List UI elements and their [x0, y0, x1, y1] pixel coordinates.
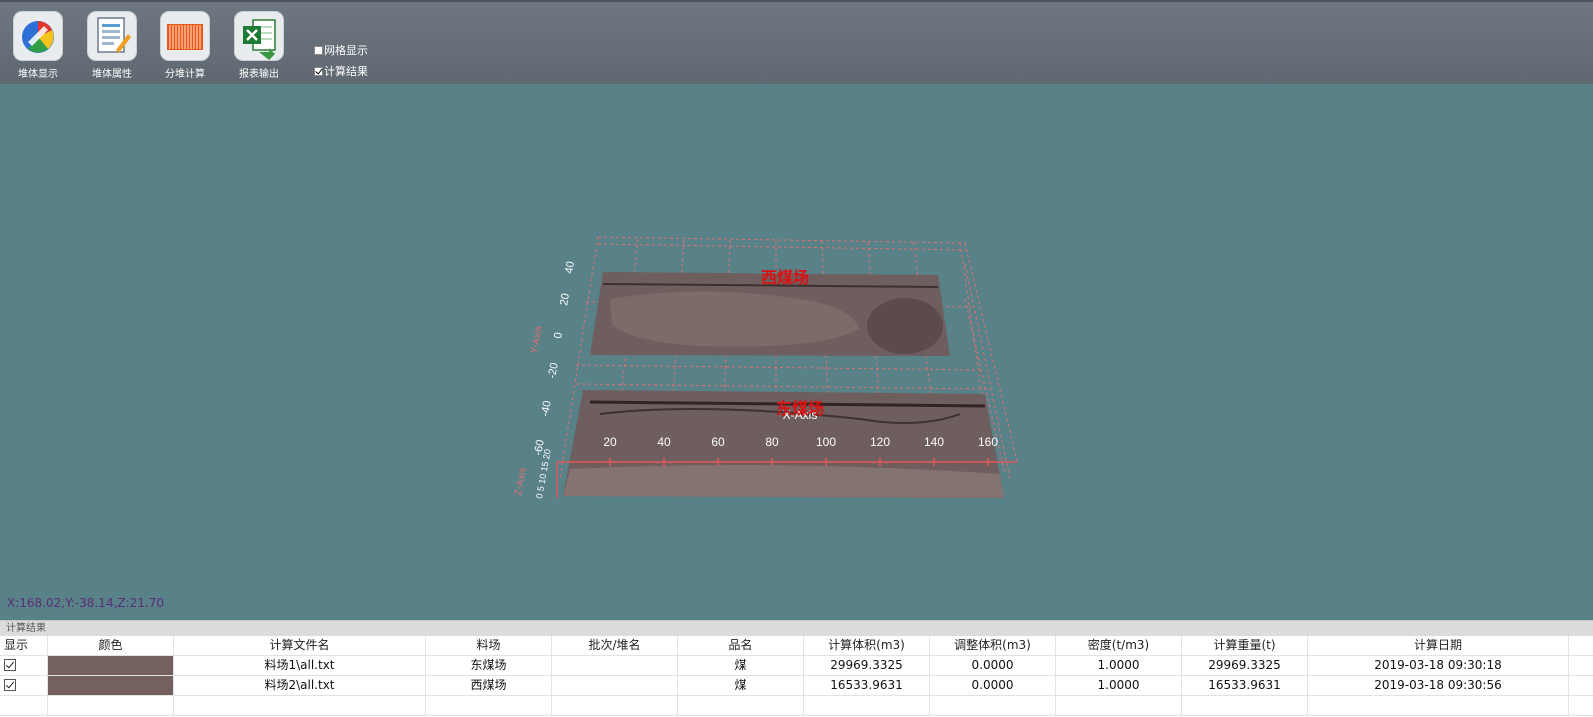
grid-display-box[interactable] — [314, 45, 323, 55]
report-export-button[interactable]: 报表输出 — [229, 11, 289, 80]
x-tick: 100 — [816, 435, 836, 449]
y-tick: 40 — [563, 260, 577, 274]
col-header[interactable]: 密度(t/m3) — [1056, 636, 1182, 655]
row-date: 2019-03-18 09:30:56 — [1308, 676, 1569, 695]
row-adjusted-volume: 0.0000 — [930, 676, 1056, 695]
row-yard: 东煤场 — [426, 656, 552, 675]
row-batch — [552, 676, 678, 695]
cursor-coordinates: X:168.02,Y:-38.14,Z:21.70 — [7, 596, 164, 610]
table-row-empty — [0, 696, 1593, 716]
results-panel-title: 计算结果 — [0, 620, 1593, 636]
row-show-checkbox[interactable] — [4, 659, 16, 671]
x-tick: 160 — [978, 435, 998, 449]
y-tick: 20 — [558, 292, 572, 306]
row-density: 1.0000 — [1056, 676, 1182, 695]
row-weight: 29969.3325 — [1182, 656, 1308, 675]
y-tick: -40 — [539, 400, 554, 418]
row-file: 料场1\all.txt — [174, 656, 426, 675]
x-tick: 120 — [870, 435, 890, 449]
row-show-checkbox[interactable] — [4, 679, 16, 691]
col-header[interactable]: 计算日期 — [1308, 636, 1569, 655]
3d-scene[interactable]: 20 40 60 80 100 120 140 160 40 20 0 -20 … — [0, 84, 1593, 620]
pile-properties-button[interactable]: 堆体属性 — [82, 11, 142, 80]
col-header[interactable]: 批次/堆名 — [552, 636, 678, 655]
x-tick: 80 — [765, 435, 779, 449]
row-adjusted-volume: 0.0000 — [930, 656, 1056, 675]
properties-document-icon — [87, 11, 137, 61]
row-weight: 16533.9631 — [1182, 676, 1308, 695]
3d-viewport[interactable]: 20 40 60 80 100 120 140 160 40 20 0 -20 … — [0, 84, 1593, 620]
row-file: 料场2\all.txt — [174, 676, 426, 695]
col-header[interactable]: 计算重量(t) — [1182, 636, 1308, 655]
row-color-swatch[interactable] — [48, 676, 173, 695]
row-product: 煤 — [678, 656, 804, 675]
row-date: 2019-03-18 09:30:18 — [1308, 656, 1569, 675]
x-tick: 60 — [711, 435, 725, 449]
y-tick: 0 — [552, 331, 565, 339]
calc-results-box[interactable] — [314, 66, 323, 76]
east-pile-label: 东煤场 — [776, 399, 824, 418]
grid-display-label: 网格显示 — [324, 44, 368, 57]
row-volume: 16533.9631 — [804, 676, 930, 695]
col-header[interactable]: 计算文件名 — [174, 636, 426, 655]
row-volume: 29969.3325 — [804, 656, 930, 675]
y-axis-title: Y-Axis — [529, 325, 545, 354]
report-export-label: 报表输出 — [239, 69, 279, 80]
col-header[interactable]: 显示 — [0, 636, 48, 655]
col-header[interactable]: 计算体积(m3) — [804, 636, 930, 655]
pile-properties-label: 堆体属性 — [92, 69, 132, 80]
table-row[interactable]: 料场1\all.txt 东煤场 煤 29969.3325 0.0000 1.00… — [0, 656, 1593, 676]
excel-export-icon — [234, 11, 284, 61]
x-tick: 40 — [657, 435, 671, 449]
row-batch — [552, 656, 678, 675]
table-row[interactable]: 料场2\all.txt 西煤场 煤 16533.9631 0.0000 1.00… — [0, 676, 1593, 696]
pie-chart-icon — [13, 11, 63, 61]
row-product: 煤 — [678, 676, 804, 695]
table-header: 显示 颜色 计算文件名 料场 批次/堆名 品名 计算体积(m3) 调整体积(m3… — [0, 636, 1593, 656]
x-tick: 140 — [924, 435, 944, 449]
col-header[interactable]: 调整体积(m3) — [930, 636, 1056, 655]
calc-results-checkbox[interactable]: 计算结果 — [314, 63, 368, 79]
z-axis-title: Z-Axis — [513, 467, 529, 497]
row-yard: 西煤场 — [426, 676, 552, 695]
pile-bars-icon — [160, 11, 210, 61]
west-pile-label: 西煤场 — [761, 268, 809, 287]
row-density: 1.0000 — [1056, 656, 1182, 675]
col-header[interactable]: 品名 — [678, 636, 804, 655]
pile-calculation-label: 分堆计算 — [165, 69, 205, 80]
toolbar: 堆体显示 堆体属性 分堆计算 报表输出 网格显示 计算结果 — [0, 0, 1593, 84]
pile-display-button[interactable]: 堆体显示 — [8, 11, 68, 80]
grid-display-checkbox[interactable]: 网格显示 — [314, 42, 368, 58]
y-tick: -20 — [546, 362, 561, 380]
calc-results-label: 计算结果 — [324, 65, 368, 78]
results-table: 显示 颜色 计算文件名 料场 批次/堆名 品名 计算体积(m3) 调整体积(m3… — [0, 636, 1593, 716]
col-header[interactable]: 料场 — [426, 636, 552, 655]
col-header[interactable]: 颜色 — [48, 636, 174, 655]
pile-display-label: 堆体显示 — [18, 69, 58, 80]
pile-calculation-button[interactable]: 分堆计算 — [155, 11, 215, 80]
row-color-swatch[interactable] — [48, 656, 173, 675]
x-tick: 20 — [603, 435, 617, 449]
